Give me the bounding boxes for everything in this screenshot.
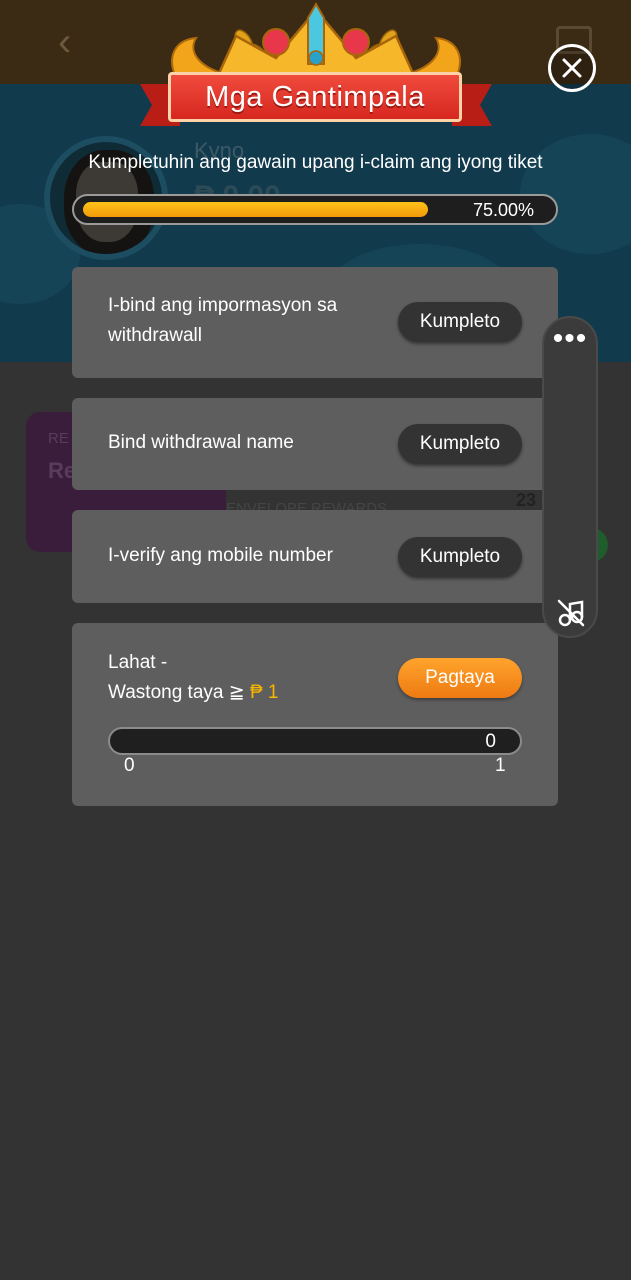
title-banner: Mga Gantimpala [168, 72, 462, 122]
back-arrow-icon: ‹ [58, 20, 72, 64]
wager-amount: 1 [267, 682, 279, 703]
modal-subtitle: Kumpletuhin ang gawain upang i-claim ang… [88, 152, 543, 173]
floating-panel: ••• [542, 316, 598, 638]
task-label: Lahat - Wastong taya ≧ ₱ 1 [108, 648, 279, 708]
wager-min-label: 0 [124, 755, 135, 776]
page-title: Mga Gantimpala [205, 80, 425, 113]
task-card-bind-info: I-bind ang impormasyon sa withdrawall Ku… [72, 267, 558, 378]
task-label: I-bind ang impormasyon sa withdrawall [108, 291, 337, 351]
close-icon [562, 58, 582, 78]
task-card-wager: Lahat - Wastong taya ≧ ₱ 1 Pagtaya 0 0 1 [72, 623, 558, 806]
background-counter: 23 [516, 490, 537, 510]
overall-progress-fill [83, 202, 428, 217]
task-label: I-verify ang mobile number [108, 545, 333, 566]
wager-current-value: 0 [485, 731, 496, 752]
wager-max-label: 1 [495, 755, 506, 776]
bet-button[interactable]: Pagtaya [398, 658, 522, 698]
task-label: Bind withdrawal name [108, 432, 294, 453]
menu-dots-icon[interactable]: ••• [544, 324, 596, 364]
wager-requirement-text: Wastong taya ≧ [108, 682, 245, 703]
complete-button[interactable]: Kumpleto [398, 302, 522, 342]
peso-coin-icon: ₱ [249, 682, 263, 703]
overall-progress-label: 75.00% [472, 200, 534, 220]
task-label-line2: Wastong taya ≧ ₱ 1 [108, 678, 279, 708]
complete-button[interactable]: Kumpleto [398, 424, 522, 464]
overall-progress-bar: 75.00% [72, 194, 558, 225]
background-card-small-label: RE [48, 430, 69, 447]
task-label-line1: I-bind ang impormasyon sa [108, 295, 338, 316]
wager-progress-bar: 0 [108, 727, 522, 755]
task-label-line2: withdrawall [108, 325, 202, 346]
task-label-line1: Lahat - [108, 652, 168, 673]
task-card-bind-name: Bind withdrawal name Kumpleto [72, 398, 558, 490]
complete-button[interactable]: Kumpleto [398, 537, 522, 577]
task-card-verify-mobile: I-verify ang mobile number Kumpleto [72, 510, 558, 603]
sound-off-icon[interactable] [556, 598, 586, 628]
close-button[interactable] [548, 44, 596, 92]
